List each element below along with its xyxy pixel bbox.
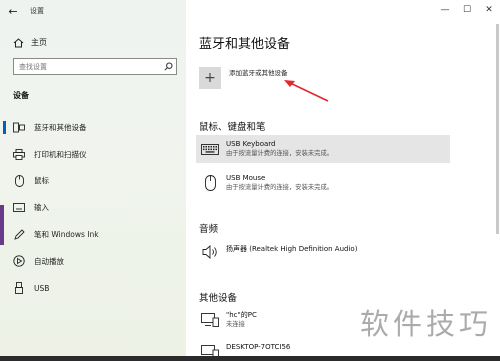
device-usb-keyboard[interactable]: USB Keyboard 由于按流量计费的连接，安装未完成。 — [196, 135, 450, 163]
sidebar-item-autoplay[interactable]: 自动播放 — [0, 248, 186, 275]
sidebar-item-label: 鼠标 — [34, 176, 49, 186]
speaker-icon — [200, 243, 220, 261]
device-speaker[interactable]: 扬声器 (Realtek High Definition Audio) — [196, 238, 450, 265]
bluetooth-devices-icon — [13, 121, 25, 133]
sidebar-item-typing[interactable]: 输入 — [0, 194, 186, 221]
pen-icon — [13, 229, 25, 241]
sidebar-item-usb[interactable]: USB — [0, 275, 186, 302]
app-title: 设置 — [30, 7, 44, 15]
maximize-button[interactable]: ☐ — [456, 0, 478, 20]
sidebar-item-label: 蓝牙和其他设备 — [34, 122, 87, 132]
device-name: "hc"的PC — [226, 311, 257, 319]
sidebar-nav: 蓝牙和其他设备 打印机和扫描仪 鼠标 输入 笔和 Windows Ink 自动播… — [0, 114, 186, 302]
add-device-button[interactable]: + 添加蓝牙或其他设备 — [199, 67, 288, 89]
scrollbar[interactable] — [496, 24, 499, 234]
device-status: 未连接 — [226, 321, 245, 328]
plus-icon[interactable]: + — [199, 67, 221, 89]
home-link[interactable]: 主页 — [13, 37, 47, 48]
section-title-devices: 设备 — [13, 91, 29, 100]
minimize-button[interactable]: — — [434, 0, 456, 20]
sidebar-item-label: 笔和 Windows Ink — [34, 230, 99, 240]
sidebar-item-mouse[interactable]: 鼠标 — [0, 168, 186, 195]
sidebar-item-label: 输入 — [34, 203, 49, 213]
sidebar-item-printers[interactable]: 打印机和扫描仪 — [0, 141, 186, 168]
home-label: 主页 — [31, 38, 47, 47]
device-name: USB Keyboard — [226, 140, 276, 148]
printer-icon — [13, 148, 25, 160]
autoplay-icon — [13, 255, 25, 268]
device-usb-mouse[interactable]: USB Mouse 由于按流量计费的连接，安装未完成。 — [196, 169, 450, 197]
device-name: DESKTOP-7OTCI56 — [226, 343, 291, 351]
group-title-other-devices: 其他设备 — [199, 293, 238, 304]
title-bar: ← 设置 — [0, 0, 186, 22]
group-title-mouse-keyboard-pen: 鼠标、键盘和笔 — [199, 122, 266, 133]
background-edge — [0, 205, 4, 245]
back-button[interactable]: ← — [0, 0, 26, 22]
device-name: USB Mouse — [226, 174, 266, 182]
back-arrow-icon: ← — [8, 4, 18, 18]
close-button[interactable]: ✕ — [478, 0, 500, 20]
search-icon[interactable] — [160, 62, 176, 71]
group-title-audio: 音频 — [199, 224, 219, 235]
taskbar-edge — [0, 356, 500, 361]
sidebar-item-pen[interactable]: 笔和 Windows Ink — [0, 221, 186, 248]
search-box[interactable] — [13, 58, 177, 75]
annotation-arrow-icon — [284, 80, 329, 102]
home-icon — [13, 37, 24, 47]
usb-icon — [13, 282, 25, 295]
pc-icon — [200, 311, 220, 329]
device-name: 扬声器 (Realtek High Definition Audio) — [226, 245, 358, 253]
page-title: 蓝牙和其他设备 — [199, 37, 291, 52]
device-status: 由于按流量计费的连接，安装未完成。 — [226, 184, 334, 191]
keyboard-icon — [13, 202, 25, 214]
window-controls: — ☐ ✕ — [434, 0, 500, 20]
watermark-text: 软件技巧 — [359, 307, 492, 341]
search-input[interactable] — [19, 62, 160, 71]
sidebar: ← 设置 主页 设备 蓝牙和其他设备 打印机和扫描仪 — [0, 0, 186, 361]
sidebar-item-bluetooth[interactable]: 蓝牙和其他设备 — [0, 114, 186, 141]
mouse-icon — [13, 175, 25, 187]
keyboard-device-icon — [200, 140, 220, 158]
device-status: 由于按流量计费的连接，安装未完成。 — [226, 150, 334, 157]
sidebar-item-label: 自动播放 — [34, 256, 64, 266]
add-device-label[interactable]: 添加蓝牙或其他设备 — [229, 67, 288, 77]
mouse-device-icon — [200, 174, 220, 192]
sidebar-item-label: 打印机和扫描仪 — [34, 149, 87, 159]
sidebar-item-label: USB — [34, 283, 50, 293]
